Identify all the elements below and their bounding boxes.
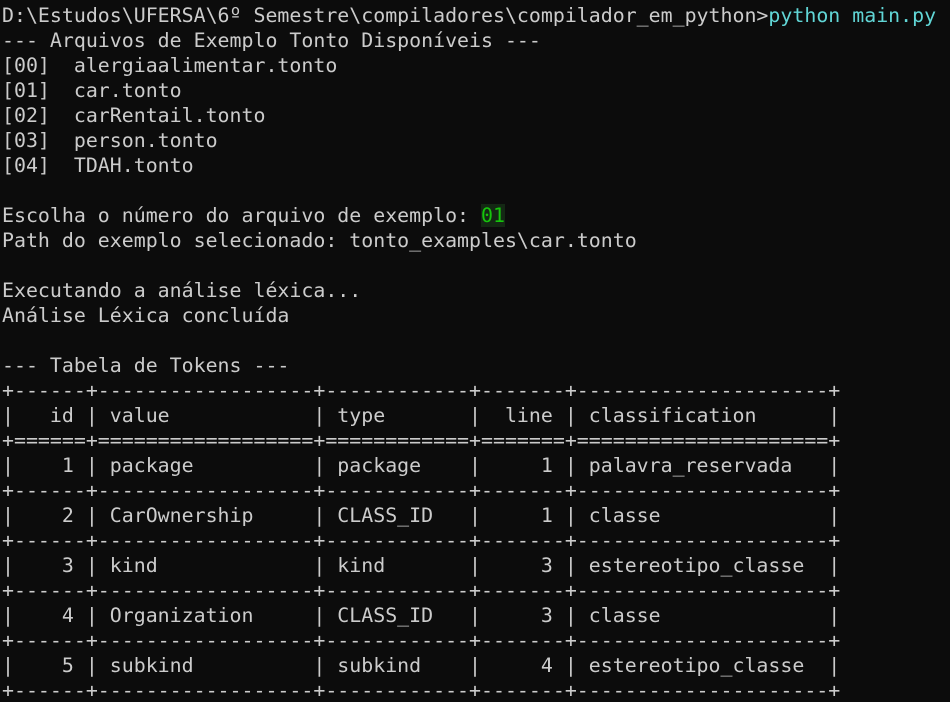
example-file-item: [00] alergiaalimentar.tonto xyxy=(2,54,338,77)
tokens-table-header: --- Tabela de Tokens --- xyxy=(2,354,290,377)
table-border: +------+------------------+------------+… xyxy=(2,679,841,702)
example-file-item: [02] carRentail.tonto xyxy=(2,104,266,127)
examples-header: --- Arquivos de Exemplo Tonto Disponívei… xyxy=(2,29,541,52)
lexical-done-message: Análise Léxica concluída xyxy=(2,304,290,327)
table-border: +------+------------------+------------+… xyxy=(2,529,841,552)
choose-prompt: Escolha o número do arquivo de exemplo: xyxy=(2,204,482,227)
table-row: | 4 | Organization | CLASS_ID | 3 | clas… xyxy=(2,604,841,627)
prompt-path: D:\Estudos\UFERSA\6º Semestre\compilador… xyxy=(2,4,769,27)
table-border: +------+------------------+------------+… xyxy=(2,579,841,602)
selected-path: Path do exemplo selecionado: tonto_examp… xyxy=(2,229,637,252)
terminal-output: D:\Estudos\UFERSA\6º Semestre\compilador… xyxy=(2,3,950,702)
lexical-running-message: Executando a análise léxica... xyxy=(2,279,362,302)
table-border: +------+------------------+------------+… xyxy=(2,479,841,502)
choose-input-answer: 01 xyxy=(481,204,505,227)
example-file-item: [04] TDAH.tonto xyxy=(2,154,194,177)
choose-line: Escolha o número do arquivo de exemplo: … xyxy=(2,203,950,228)
example-file-item: [03] person.tonto xyxy=(2,129,218,152)
table-header-border: +======+==================+============+… xyxy=(2,429,841,452)
terminal-window[interactable]: D:\Estudos\UFERSA\6º Semestre\compilador… xyxy=(0,0,950,702)
table-row: | 5 | subkind | subkind | 4 | estereotip… xyxy=(2,654,841,677)
table-row: | 2 | CarOwnership | CLASS_ID | 1 | clas… xyxy=(2,504,841,527)
example-file-item: [01] car.tonto xyxy=(2,79,182,102)
table-border: +------+------------------+------------+… xyxy=(2,629,841,652)
typed-command: python main.py xyxy=(768,4,937,27)
table-row: | 3 | kind | kind | 3 | estereotipo_clas… xyxy=(2,554,841,577)
tokens-table: +------+------------------+------------+… xyxy=(2,378,950,702)
table-border: +------+------------------+------------+… xyxy=(2,379,841,402)
command-line: D:\Estudos\UFERSA\6º Semestre\compilador… xyxy=(2,3,950,28)
table-row: | 1 | package | package | 1 | palavra_re… xyxy=(2,454,841,477)
table-header-row: | id | value | type | line | classificat… xyxy=(2,404,841,427)
